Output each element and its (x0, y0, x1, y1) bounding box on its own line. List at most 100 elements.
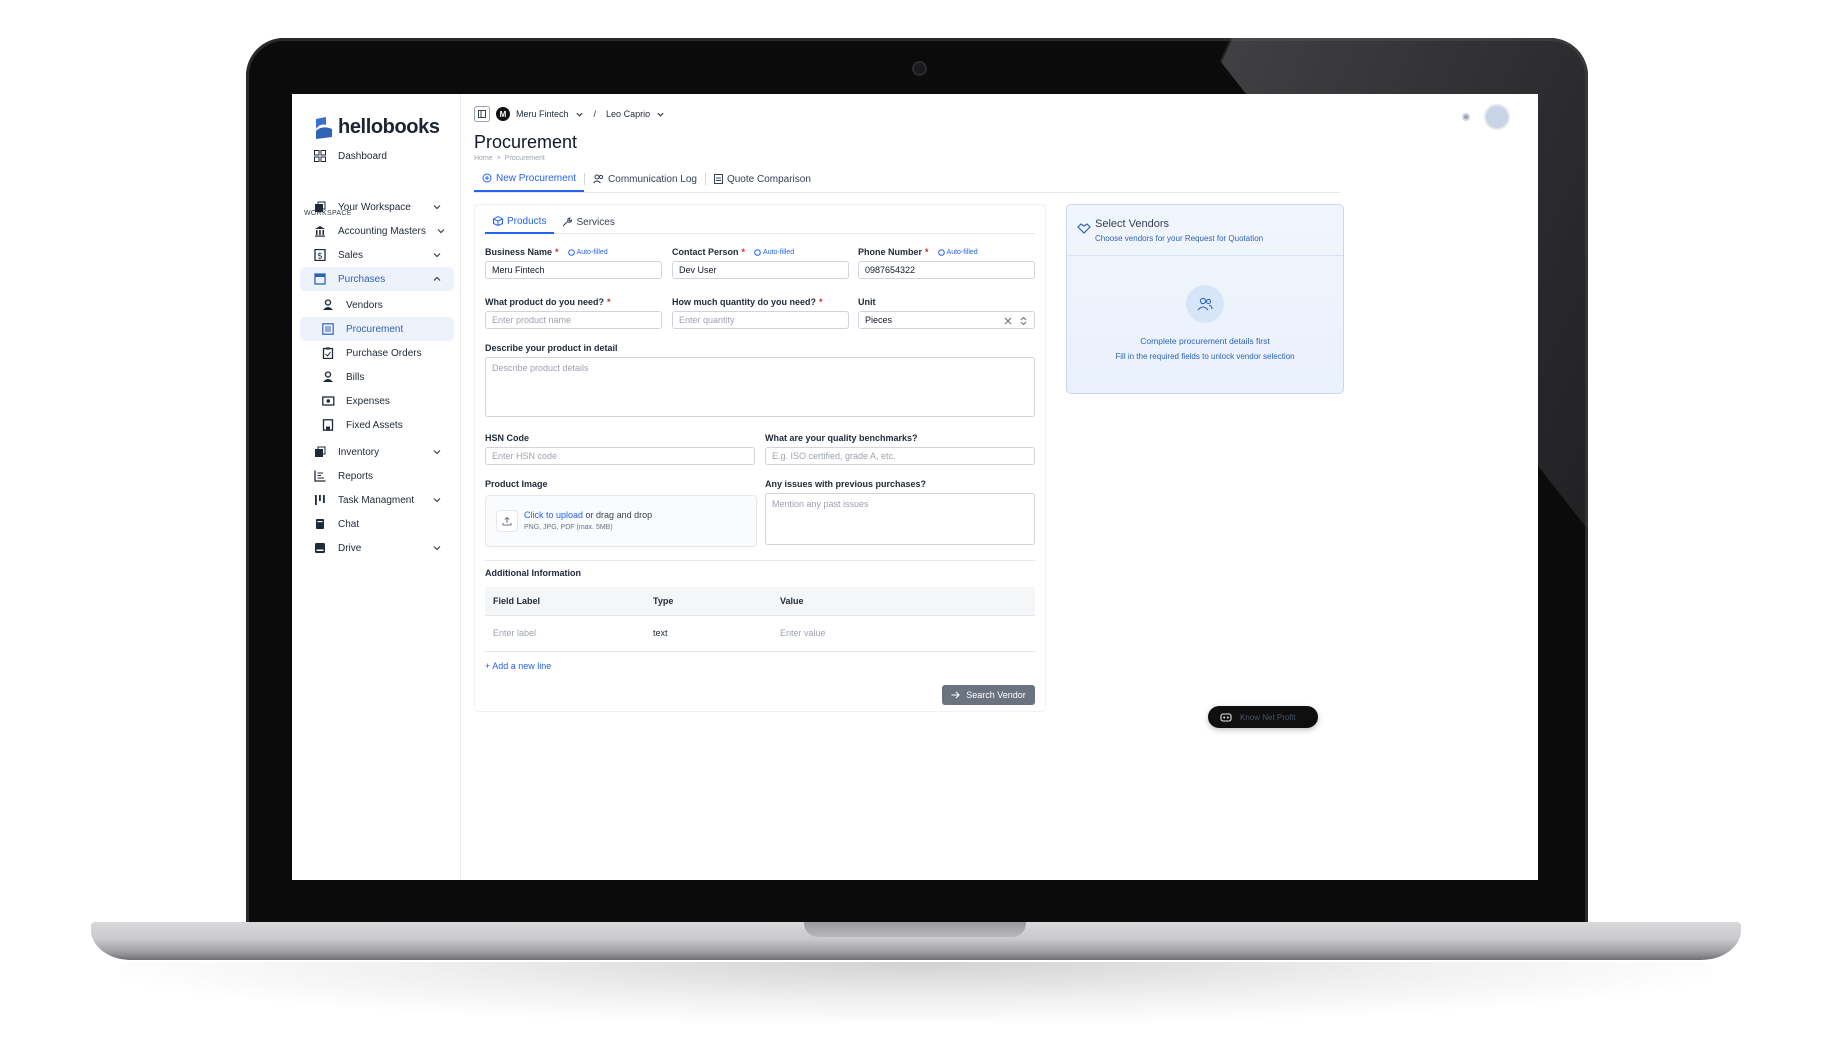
sidebar-item-your-workspace[interactable]: Your Workspace (300, 195, 454, 219)
asset-icon (320, 417, 336, 433)
vendors-subtitle: Choose vendors for your Request for Quot… (1095, 234, 1264, 243)
tab-label: Communication Log (608, 173, 697, 185)
field-label: What product do you need? (485, 297, 604, 307)
sidebar-item-label: Vendors (346, 299, 383, 311)
cart-icon (312, 271, 328, 287)
cash-icon (320, 393, 336, 409)
tab-services[interactable]: Services (554, 212, 622, 233)
autofilled-badge: Auto-filled (754, 249, 794, 256)
arrow-right-icon (951, 691, 960, 699)
logo[interactable]: hellobooks (314, 116, 440, 139)
sidebar-item-label: Bills (346, 371, 365, 383)
autofilled-badge: Auto-filled (937, 249, 978, 256)
svg-text:$: $ (317, 252, 323, 262)
page-tabs: New Procurement Communication Log Quote … (474, 166, 1340, 193)
hsn-code-input[interactable]: Enter HSN code (485, 447, 755, 465)
sidebar-item-label: Chat (338, 518, 360, 530)
field-label: Contact Person (672, 247, 739, 257)
upload-link[interactable]: Click to upload (524, 510, 583, 520)
assistant-prompt: Know Net Profit (1240, 712, 1296, 722)
org-avatar: M (496, 107, 510, 121)
breadcrumb-home[interactable]: Home (474, 155, 493, 162)
phone-number-field[interactable]: 0987654322 (858, 261, 1035, 279)
tab-products[interactable]: Products (485, 211, 555, 234)
user-selector[interactable]: Leo Caprio (606, 109, 650, 119)
vendors-title: Select Vendors (1095, 218, 1169, 230)
chart-icon (312, 468, 328, 484)
sidebar-item-procurement[interactable]: Procurement (300, 317, 454, 341)
chevron-down-icon (433, 546, 441, 551)
field-value-input[interactable]: Enter value (780, 615, 826, 651)
upload-icon (496, 510, 518, 532)
list-icon (320, 321, 336, 337)
product-image-label: Product Image (485, 479, 548, 489)
tab-communication-log[interactable]: Communication Log (585, 167, 705, 191)
user-avatar[interactable] (1484, 104, 1510, 130)
sidebar-item-label: Accounting Masters (338, 225, 426, 237)
sidebar-item-reports[interactable]: Reports (300, 464, 454, 488)
sidebar-item-label: Your Workspace (338, 201, 411, 213)
additional-info-title: Additional Information (485, 568, 581, 578)
tab-quote-comparison[interactable]: Quote Comparison (706, 167, 819, 191)
add-line-link[interactable]: + Add a new line (485, 661, 551, 671)
search-vendor-button[interactable]: Search Vendor (942, 685, 1035, 705)
image-upload-dropzone[interactable]: Click to upload or drag and drop PNG, JP… (485, 495, 757, 547)
sidebar-item-bills[interactable]: Bills (300, 365, 454, 389)
sidebar-item-inventory[interactable]: Inventory (300, 440, 454, 464)
box-icon (312, 444, 328, 460)
field-type-select[interactable]: text (653, 615, 668, 651)
sidebar-item-fixed-assets[interactable]: Fixed Assets (300, 413, 454, 437)
topbar-right (1460, 104, 1510, 130)
ai-assistant-pill[interactable]: Know Net Profit (1208, 706, 1318, 728)
tab-new-procurement[interactable]: New Procurement (474, 166, 585, 192)
autofilled-text: Auto-filled (576, 248, 608, 256)
clear-icon[interactable] (1004, 317, 1012, 325)
quantity-input[interactable]: Enter quantity (672, 311, 849, 329)
sidebar-item-vendors[interactable]: Vendors (300, 293, 454, 317)
issues-textarea[interactable]: Mention any past issues (765, 493, 1035, 545)
document-icon (713, 174, 723, 184)
webcam (912, 61, 927, 76)
sidebar-item-chat[interactable]: Chat (300, 512, 454, 536)
org-selector[interactable]: Meru Fintech (516, 109, 569, 119)
describe-label: Describe your product in detail (485, 343, 618, 353)
sidebar-item-expenses[interactable]: Expenses (300, 389, 454, 413)
chevron-down-icon[interactable] (656, 110, 665, 119)
contact-person-field[interactable]: Dev User (672, 261, 849, 279)
tab-label: Products (507, 215, 547, 227)
product-name-input[interactable]: Enter product name (485, 311, 662, 329)
sidebar-item-sales[interactable]: $ Sales (300, 243, 454, 267)
notification-icon[interactable] (1460, 111, 1472, 123)
wrench-icon (563, 217, 573, 227)
vendors-empty-title: Complete procurement details first (1140, 336, 1270, 346)
sidebar-item-dashboard[interactable]: Dashboard (300, 144, 454, 168)
required-marker: * (925, 247, 929, 257)
unit-select[interactable]: Pieces (858, 311, 1035, 329)
field-label-input[interactable]: Enter label (493, 615, 536, 651)
tab-label: Quote Comparison (726, 173, 811, 185)
business-name-field[interactable]: Meru Fintech (485, 261, 662, 279)
sidebar-item-task-managment[interactable]: Task Managment (300, 488, 454, 512)
sidebar-item-accounting-masters[interactable]: Accounting Masters (300, 219, 454, 243)
sidebar-item-label: Task Managment (338, 494, 415, 506)
users-icon (1186, 285, 1224, 323)
describe-textarea[interactable]: Describe product details (485, 357, 1035, 417)
sidebar-item-drive[interactable]: Drive (300, 536, 454, 560)
chevron-down-icon (433, 498, 441, 503)
sparkle-icon (567, 248, 575, 256)
sidebar-item-purchase-orders[interactable]: Purchase Orders (300, 341, 454, 365)
field-label: How much quantity do you need? (672, 297, 816, 307)
select-vendors-panel: Select Vendors Choose vendors for your R… (1066, 204, 1344, 394)
autofilled-badge: Auto-filled (567, 248, 608, 256)
contact-person-label: Contact Person * Auto-filled (672, 247, 794, 257)
grid-icon (312, 148, 328, 164)
breadcrumb-separator: / (593, 109, 597, 119)
breadcrumb-current: Procurement (504, 155, 545, 162)
benchmarks-input[interactable]: E.g. ISO certified, grade A, etc. (765, 447, 1035, 465)
toggle-sidebar-button[interactable] (474, 106, 490, 122)
section-divider (485, 560, 1035, 561)
sidebar-item-purchases[interactable]: Purchases (300, 267, 454, 291)
sidebar-toggle-icon (478, 110, 486, 118)
autofilled-text: Auto-filled (763, 248, 795, 256)
chevron-down-icon[interactable] (575, 110, 584, 119)
